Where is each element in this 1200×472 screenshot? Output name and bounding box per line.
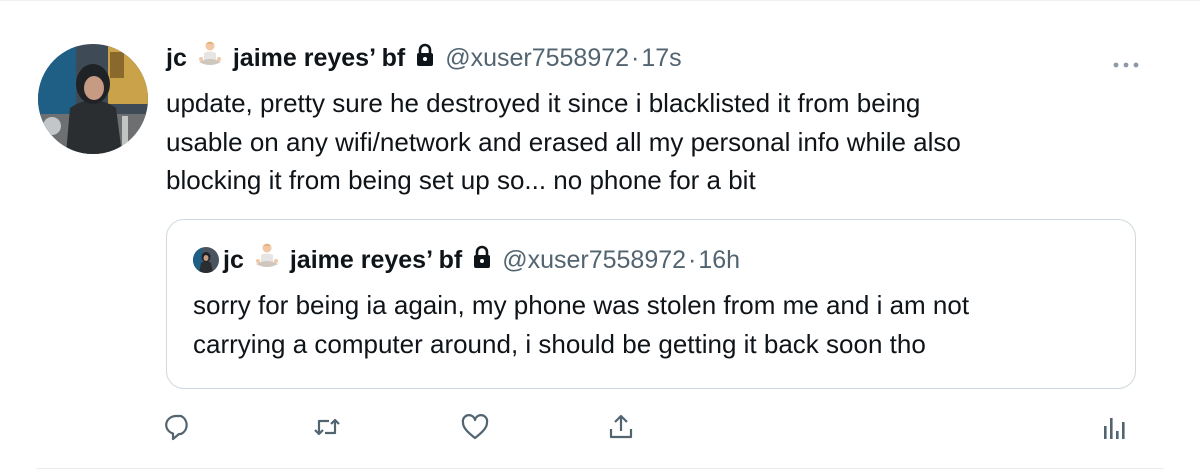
quoted-author-name: jaime reyes’ bf xyxy=(289,245,463,274)
analytics-icon[interactable] xyxy=(1100,412,1130,442)
tweet-text: update, pretty sure he destroyed it sinc… xyxy=(166,84,1126,200)
quoted-author-handle: @xuser7558972 xyxy=(502,245,687,274)
tweet-text-line: blocking it from being set up so... no p… xyxy=(166,165,756,195)
quoted-tweet-header: jc jaime reyes’ bf @xuser7558972 · 16h xyxy=(193,242,740,278)
person-in-lotus-position-emoji-icon xyxy=(252,242,282,279)
retweet-icon[interactable] xyxy=(312,412,342,442)
protected-lock-icon xyxy=(472,245,492,276)
like-icon[interactable] xyxy=(460,412,490,442)
tweet-actions-bar xyxy=(0,412,1200,448)
tweet-text-line: usable on any wifi/network and erased al… xyxy=(166,126,961,157)
reply-icon[interactable] xyxy=(164,412,194,442)
quoted-tweet-text: sorry for being ia again, my phone was s… xyxy=(193,286,1123,364)
author-handle[interactable]: @xuser7558972 xyxy=(445,44,629,73)
quoted-tweet[interactable]: jc jaime reyes’ bf @xuser7558972 · 16h s… xyxy=(166,219,1136,389)
tweet[interactable]: jc jaime reyes’ bf @xuser7558972 · 17s u… xyxy=(0,0,1200,472)
quoted-author-name-prefix: jc xyxy=(223,245,244,274)
meta-separator: · xyxy=(688,245,697,274)
person-in-lotus-position-emoji-icon xyxy=(195,40,225,77)
protected-lock-icon xyxy=(415,43,435,74)
more-options-icon[interactable] xyxy=(1112,56,1140,68)
meta-separator: · xyxy=(631,43,640,72)
author-name-prefix[interactable]: jc xyxy=(166,44,187,73)
tweet-header: jc jaime reyes’ bf @xuser7558972 · 17s xyxy=(166,38,682,78)
quoted-tweet-timestamp: 16h xyxy=(698,245,741,274)
bottom-divider xyxy=(36,468,1164,469)
tweet-text-line: update, pretty sure he destroyed it sinc… xyxy=(166,88,921,118)
tweet-timestamp[interactable]: 17s xyxy=(641,44,681,73)
author-avatar[interactable] xyxy=(38,44,148,154)
quoted-text-line: carrying a computer around, i should be … xyxy=(193,329,926,359)
quoted-text-line: sorry for being ia again, my phone was s… xyxy=(193,290,970,320)
quoted-author-avatar xyxy=(193,247,219,273)
share-icon[interactable] xyxy=(606,412,636,442)
author-name[interactable]: jaime reyes’ bf xyxy=(233,44,405,73)
